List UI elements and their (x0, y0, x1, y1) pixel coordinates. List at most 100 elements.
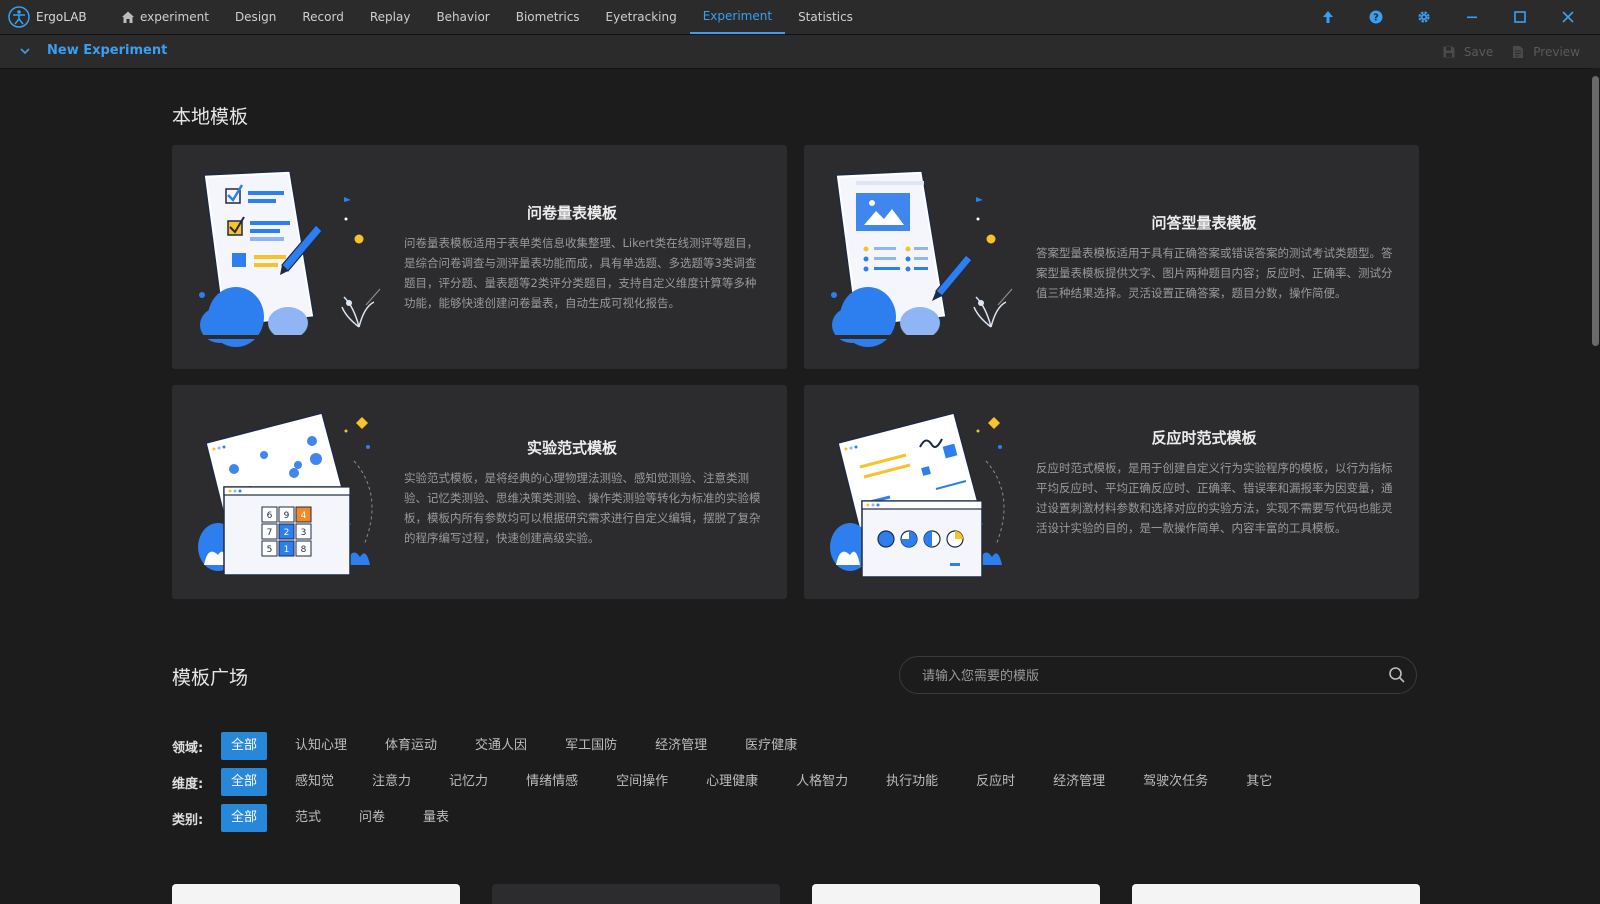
save-label: Save (1463, 44, 1494, 59)
reaction-time-illustration (830, 412, 1005, 578)
nav-item-behavior[interactable]: Behavior (423, 0, 502, 34)
sub-bar: New Experiment Save Preview (0, 35, 1600, 69)
filter-chip[interactable]: 全部 (221, 804, 268, 832)
chevron-down-icon[interactable] (18, 44, 32, 58)
filter-chip[interactable]: 全部 (221, 768, 268, 796)
filter-chip[interactable]: 经济管理 (1043, 768, 1115, 796)
template-card-paradigm[interactable]: 6 9 4 7 2 3 5 1 8 实验范式模板 实验范式模板，是将经典的心理物… (172, 385, 787, 599)
nav-item-eyetracking[interactable]: Eyetracking (593, 0, 690, 34)
maximize-icon (1514, 11, 1526, 23)
filter-label: 维度: (172, 776, 204, 792)
template-preview-card[interactable] (172, 884, 460, 904)
filter-chip[interactable]: 军工国防 (555, 732, 627, 760)
filter-chip[interactable]: 反应时 (966, 768, 1025, 796)
experiment-title[interactable]: New Experiment (47, 43, 167, 58)
filter-chip[interactable]: 空间操作 (606, 768, 678, 796)
home-icon (122, 11, 134, 23)
settings-button[interactable] (1400, 0, 1448, 34)
template-card-questionnaire[interactable]: 问卷量表模板 问卷量表模板适用于表单类信息收集整理、Likert类在线测评等题目… (172, 145, 787, 369)
filter-chip[interactable]: 心理健康 (696, 768, 768, 796)
help-icon: ? (1369, 10, 1383, 24)
filter-row-category: 类别: 全部 范式 问卷 量表 (172, 804, 477, 832)
nav-item-record[interactable]: Record (289, 0, 356, 34)
grid-digit: 5 (267, 545, 273, 555)
grid-digit: 7 (267, 528, 273, 538)
save-icon (1443, 46, 1455, 57)
upload-icon (1323, 11, 1333, 23)
filter-chip[interactable]: 认知心理 (285, 732, 357, 760)
sub-actions: Save Preview (1442, 35, 1580, 68)
settings-icon (1418, 11, 1430, 23)
filter-chip[interactable]: 全部 (221, 732, 268, 760)
local-templates-title: 本地模板 (172, 106, 249, 128)
nav-item-biometrics[interactable]: Biometrics (503, 0, 593, 34)
template-search (899, 656, 1417, 695)
template-card-reaction-time[interactable]: 反应时范式模板 反应时范式模板，是用于创建自定义行为实验程序的模板，以行为指标平… (804, 385, 1419, 599)
grid-digit: 8 (301, 545, 307, 555)
nav-item-experiment-home[interactable]: experiment (108, 0, 222, 34)
card-title: 实验范式模板 (526, 439, 617, 457)
filter-chip[interactable]: 注意力 (362, 768, 421, 796)
template-square-title: 模板广场 (172, 667, 249, 689)
minimize-button[interactable] (1448, 0, 1496, 34)
filter-chip[interactable]: 感知觉 (285, 768, 344, 796)
upload-button[interactable] (1304, 0, 1352, 34)
window-controls: ? (1304, 0, 1592, 34)
grid-digit: 4 (301, 511, 307, 521)
filter-chip[interactable]: 医疗健康 (735, 732, 807, 760)
save-button[interactable]: Save (1442, 45, 1493, 59)
filter-chip[interactable]: 体育运动 (375, 732, 447, 760)
filter-chip[interactable]: 情绪情感 (516, 768, 588, 796)
nav-item-statistics[interactable]: Statistics (785, 0, 866, 34)
nav-item-replay[interactable]: Replay (357, 0, 424, 34)
filter-chip[interactable]: 人格智力 (786, 768, 858, 796)
scrollbar-thumb[interactable] (1592, 76, 1599, 346)
filter-label: 类别: (172, 812, 204, 828)
filter-chip[interactable]: 问卷 (349, 804, 395, 832)
filter-chip[interactable]: 量表 (413, 804, 459, 832)
close-button[interactable] (1544, 0, 1592, 34)
preview-icon (1513, 45, 1524, 58)
nav-label: experiment (140, 10, 209, 24)
filter-row-domain: 领域: 全部 认知心理 体育运动 交通人因 军工国防 经济管理 医疗健康 (172, 732, 825, 760)
nav-item-design[interactable]: Design (222, 0, 289, 34)
grid-digit: 9 (284, 511, 290, 521)
app-logo-icon (8, 6, 30, 28)
filter-chip[interactable]: 驾驶次任务 (1133, 768, 1218, 796)
help-button[interactable]: ? (1352, 0, 1400, 34)
card-description: 实验范式模板，是将经典的心理物理法测验、感知觉测验、注意类测验、记忆类测验、思维… (404, 471, 761, 545)
app-name: ErgoLAB (36, 10, 87, 24)
svg-text:?: ? (1373, 13, 1379, 24)
filter-chip[interactable]: 交通人因 (465, 732, 537, 760)
card-description: 反应时范式模板，是用于创建自定义行为实验程序的模板，以行为指标平均反应时、平均正… (1036, 461, 1393, 535)
template-preview-card[interactable] (492, 884, 780, 904)
grid-digit: 2 (284, 528, 290, 538)
top-bar: ErgoLAB experiment Design Record Replay … (0, 0, 1600, 35)
nav-item-experiment[interactable]: Experiment (689, 0, 786, 34)
app-brand: ErgoLAB (8, 6, 87, 28)
questionnaire-illustration (194, 170, 381, 347)
filter-chip[interactable]: 经济管理 (645, 732, 717, 760)
template-preview-card[interactable] (812, 884, 1100, 904)
filter-chip[interactable]: 记忆力 (439, 768, 498, 796)
grid-digit: 3 (301, 528, 307, 538)
preview-button[interactable]: Preview (1511, 45, 1580, 59)
close-icon (1562, 11, 1574, 23)
grid-digit: 6 (267, 511, 273, 521)
template-preview-card[interactable] (1132, 884, 1420, 904)
card-description: 答案型量表模板适用于具有正确答案或错误答案的测试考试类题型。答案型量表模板提供文… (1036, 246, 1393, 300)
filter-chip[interactable]: 其它 (1236, 768, 1282, 796)
template-card-qa-scale[interactable]: 问答型量表模板 答案型量表模板适用于具有正确答案或错误答案的测试考试类题型。答案… (804, 145, 1419, 369)
maximize-button[interactable] (1496, 0, 1544, 34)
grid-digit: 1 (284, 545, 290, 555)
paradigm-illustration: 6 9 4 7 2 3 5 1 8 (198, 412, 373, 576)
search-input[interactable] (920, 657, 1364, 695)
preview-label: Preview (1533, 44, 1580, 59)
main-nav: experiment Design Record Replay Behavior… (108, 0, 866, 34)
card-title: 问答型量表模板 (1151, 214, 1257, 232)
qa-scale-illustration (826, 170, 1013, 347)
search-icon[interactable] (1388, 666, 1406, 684)
filter-chip[interactable]: 执行功能 (876, 768, 948, 796)
filter-chip[interactable]: 范式 (285, 804, 331, 832)
card-description: 问卷量表模板适用于表单类信息收集整理、Likert类在线测评等题目，是综合问卷调… (404, 236, 759, 310)
